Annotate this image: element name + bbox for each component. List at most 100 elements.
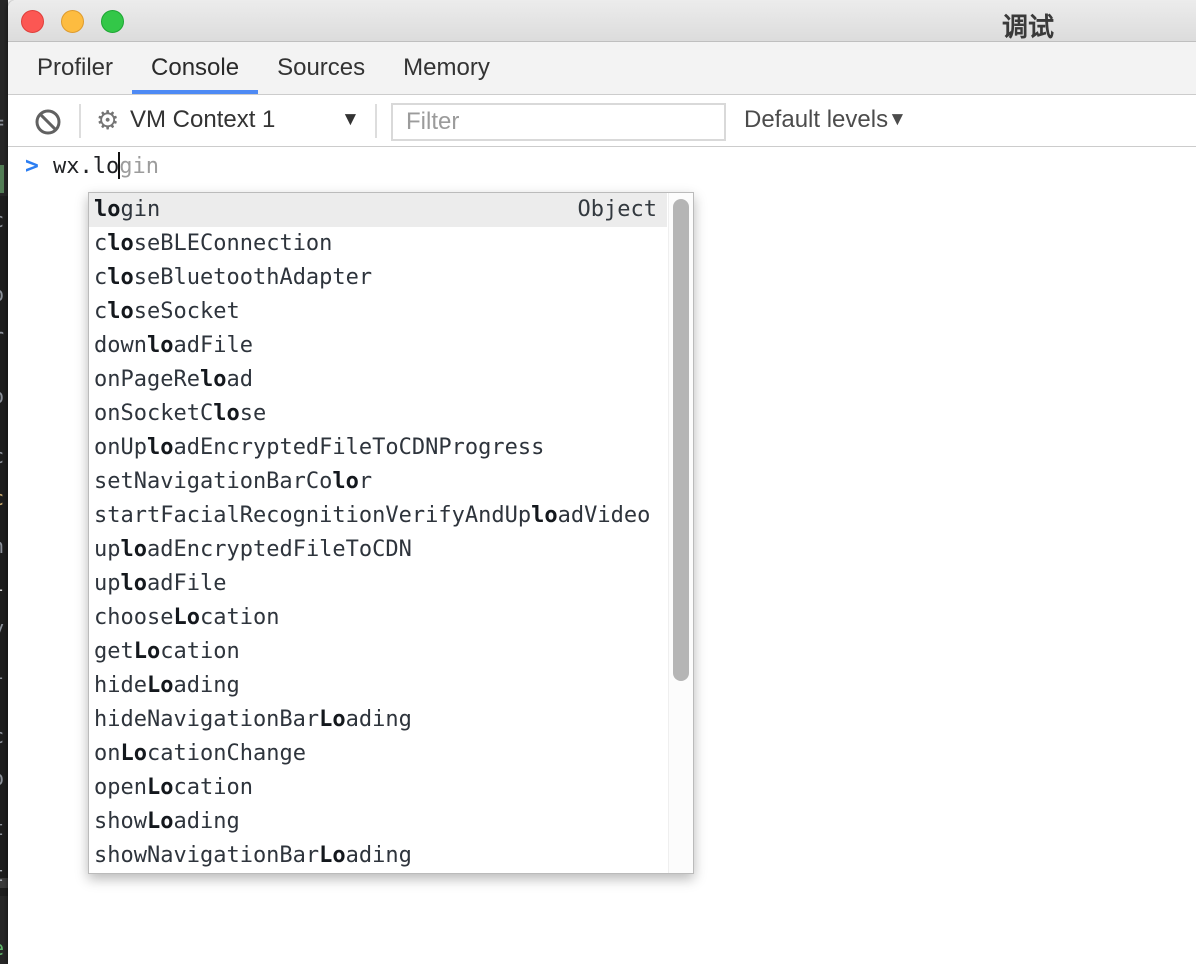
suggestion-item[interactable]: onLocationChange <box>89 737 667 771</box>
editor-text-fragment: l <box>0 574 8 594</box>
suggestion-post: adFile <box>173 329 252 363</box>
filter-input[interactable] <box>391 103 726 141</box>
log-level-label: Default levels <box>744 106 888 134</box>
title-bar: 调试 <box>8 0 1196 42</box>
suggestion-pre: choose <box>94 601 173 635</box>
suggestion-match: Lo <box>147 805 174 839</box>
suggestion-match: lo <box>147 329 174 363</box>
suggestion-post: cation <box>160 635 239 669</box>
suggestion-item[interactable]: setNavigationBarColor <box>89 465 667 499</box>
suggestion-item[interactable]: closeBLEConnection <box>89 227 667 261</box>
suggestion-item[interactable]: showLoading <box>89 805 667 839</box>
suggestion-pre: on <box>94 737 121 771</box>
suggestion-list: loginObjectcloseBLEConnectioncloseBlueto… <box>89 193 667 873</box>
tab-profiler[interactable]: Profiler <box>18 42 132 94</box>
suggestion-item[interactable]: showNavigationBarLoading <box>89 839 667 873</box>
console-toolbar: ⚙ VM Context 1 ▼ Default levels ▼ <box>8 95 1196 147</box>
suggestion-post: seBLEConnection <box>134 227 333 261</box>
editor-text-fragment: t <box>0 864 8 884</box>
suggestion-post: ading <box>346 839 412 873</box>
suggestion-match: lo <box>332 465 359 499</box>
background-editor-strip: =coroccnlylcotte <box>0 0 8 964</box>
debug-window: 调试 Profiler Console Sources Memory ⚙ VM … <box>8 0 1196 964</box>
suggestion-item[interactable]: onSocketClose <box>89 397 667 431</box>
suggestion-match: lo <box>200 363 227 397</box>
suggestion-match: lo <box>94 193 121 227</box>
suggestion-match: Lo <box>319 839 346 873</box>
console-prompt-row[interactable]: > wx.login <box>8 147 1196 189</box>
suggestion-pre: onUp <box>94 431 147 465</box>
suggestion-match: lo <box>107 295 134 329</box>
suggestion-post: ad <box>226 363 253 397</box>
editor-text-fragment: c <box>0 726 8 746</box>
suggestion-post: seBluetoothAdapter <box>134 261 372 295</box>
suggestion-pre: onSocketC <box>94 397 213 431</box>
clear-console-button[interactable] <box>35 109 61 135</box>
editor-gutter-bar <box>0 165 4 193</box>
suggestion-item[interactable]: getLocation <box>89 635 667 669</box>
suggestion-post: adEncryptedFileToCDNProgress <box>173 431 544 465</box>
suggestion-item[interactable]: downloadFile <box>89 329 667 363</box>
suggestion-match: Lo <box>121 737 148 771</box>
minimize-window-button[interactable] <box>61 10 84 33</box>
devtools-tab-bar: Profiler Console Sources Memory <box>8 42 1196 95</box>
tab-memory[interactable]: Memory <box>384 42 509 94</box>
suggestion-type: Object <box>578 193 657 227</box>
suggestion-pre: down <box>94 329 147 363</box>
gear-icon: ⚙ <box>96 105 119 136</box>
editor-text-fragment: o <box>0 284 8 304</box>
editor-text-fragment: n <box>0 536 8 556</box>
scrollbar-thumb[interactable] <box>673 199 689 681</box>
suggestion-post: adEncryptedFileToCDN <box>147 533 412 567</box>
suggestion-pre: hideNavigationBar <box>94 703 319 737</box>
suggestion-pre: startFacialRecognitionVerifyAndUp <box>94 499 531 533</box>
suggestion-match: lo <box>147 431 174 465</box>
suggestion-pre: open <box>94 771 147 805</box>
tab-sources[interactable]: Sources <box>258 42 384 94</box>
prompt-chevron-icon: > <box>25 153 39 179</box>
suggestion-match: lo <box>107 261 134 295</box>
suggestion-post: adFile <box>147 567 226 601</box>
suggestion-pre: hide <box>94 669 147 703</box>
suggestion-item[interactable]: startFacialRecognitionVerifyAndUploadVid… <box>89 499 667 533</box>
dropdown-scrollbar[interactable] <box>668 193 693 873</box>
suggestion-item[interactable]: closeBluetoothAdapter <box>89 261 667 295</box>
suggestion-post: adVideo <box>558 499 651 533</box>
tab-console[interactable]: Console <box>132 42 258 94</box>
editor-text-fragment: r <box>0 326 8 346</box>
execution-context-label: VM Context 1 <box>130 106 275 134</box>
typed-text: wx.lo <box>53 154 119 179</box>
suggestion-match: lo <box>121 533 148 567</box>
editor-text-fragment: e <box>0 938 8 958</box>
suggestion-pre: up <box>94 567 121 601</box>
suggestion-post: gin <box>121 193 161 227</box>
suggestion-item[interactable]: chooseLocation <box>89 601 667 635</box>
suggestion-item[interactable]: onUploadEncryptedFileToCDNProgress <box>89 431 667 465</box>
suggestion-post: ading <box>173 805 239 839</box>
suggestion-item[interactable]: login Object <box>89 193 667 227</box>
close-window-button[interactable] <box>21 10 44 33</box>
suggestion-item[interactable]: hideNavigationBarLoading <box>89 703 667 737</box>
suggestion-match: lo <box>213 397 240 431</box>
console-input[interactable]: wx.login <box>53 152 159 179</box>
suggestion-pre: onPageRe <box>94 363 200 397</box>
editor-text-fragment: l <box>0 662 8 682</box>
suggestion-item[interactable]: uploadFile <box>89 567 667 601</box>
suggestion-item[interactable]: closeSocket <box>89 295 667 329</box>
suggestion-item[interactable]: onPageReload <box>89 363 667 397</box>
suggestion-item[interactable]: hideLoading <box>89 669 667 703</box>
suggestion-item[interactable]: openLocation <box>89 771 667 805</box>
suggestion-pre: c <box>94 295 107 329</box>
editor-text-fragment: = <box>0 112 8 132</box>
suggestion-post: se <box>240 397 267 431</box>
zoom-window-button[interactable] <box>101 10 124 33</box>
suggestion-pre: c <box>94 227 107 261</box>
suggestion-match: lo <box>107 227 134 261</box>
suggestion-pre: showNavigationBar <box>94 839 319 873</box>
window-title: 调试 <box>1002 7 1054 44</box>
suggestion-pre: up <box>94 533 121 567</box>
suggestion-pre: c <box>94 261 107 295</box>
suggestion-item[interactable]: uploadEncryptedFileToCDN <box>89 533 667 567</box>
suggestion-post: cationChange <box>147 737 306 771</box>
editor-text-fragment: o <box>0 386 8 406</box>
